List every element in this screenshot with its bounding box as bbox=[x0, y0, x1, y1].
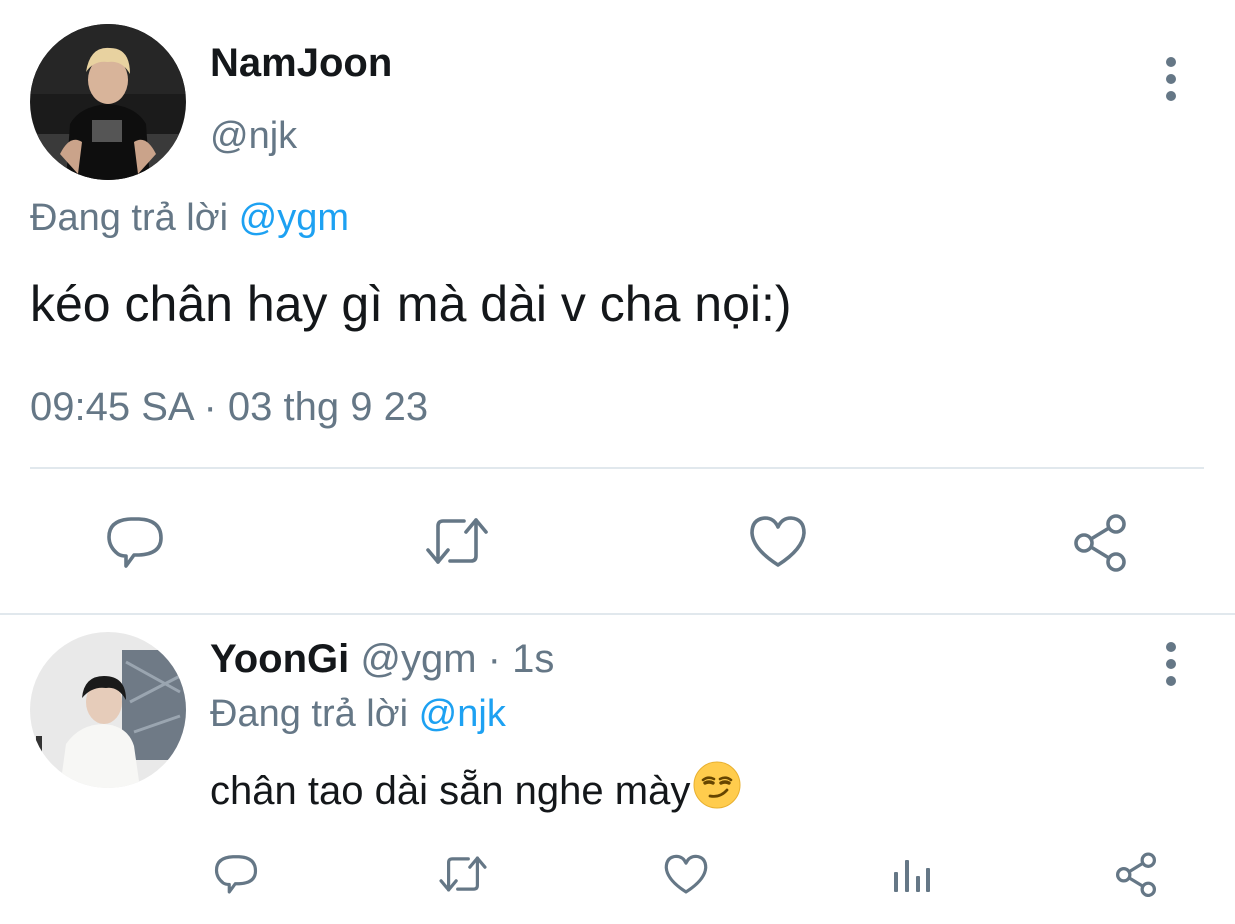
author-name[interactable]: NamJoon bbox=[210, 40, 392, 86]
reply-handle-time[interactable]: @ygm · 1s bbox=[360, 637, 554, 681]
reply-retweet-icon[interactable] bbox=[438, 855, 488, 893]
reply-icon[interactable] bbox=[106, 514, 164, 570]
analytics-icon[interactable] bbox=[892, 856, 932, 894]
avatar-yoongi[interactable] bbox=[30, 632, 186, 788]
avatar-namjoon[interactable] bbox=[30, 24, 186, 180]
reply-more-options-icon[interactable] bbox=[1165, 642, 1177, 686]
share-icon[interactable] bbox=[1070, 512, 1130, 572]
reply-replying-to-mention[interactable]: @njk bbox=[419, 693, 506, 735]
reply-like-icon[interactable] bbox=[664, 854, 708, 895]
tweet-text: kéo chân hay gì mà dài v cha nọi:) bbox=[30, 276, 792, 332]
tweet-timestamp[interactable]: 09:45 SA · 03 thg 9 23 bbox=[30, 384, 428, 430]
replying-to-label: Đang trả lời bbox=[30, 197, 239, 239]
replying-to-line: Đang trả lời @ygm bbox=[30, 196, 349, 240]
smirking-face-emoji bbox=[692, 760, 742, 822]
reply-share-icon[interactable] bbox=[1113, 851, 1159, 897]
like-icon[interactable] bbox=[749, 515, 807, 569]
reply-text: chân tao dài sẵn nghe mày bbox=[210, 769, 691, 813]
more-options-icon[interactable] bbox=[1165, 57, 1177, 101]
reply-text-line: chân tao dài sẵn nghe mày bbox=[210, 760, 742, 822]
reply-replying-to-line: Đang trả lời @njk bbox=[210, 692, 506, 736]
retweet-icon[interactable] bbox=[424, 516, 490, 566]
replying-to-mention[interactable]: @ygm bbox=[239, 197, 349, 239]
reply-header: YoonGi @ygm · 1s bbox=[210, 636, 554, 682]
divider bbox=[30, 467, 1204, 469]
author-handle[interactable]: @njk bbox=[210, 114, 297, 158]
reply-replying-to-label: Đang trả lời bbox=[210, 693, 419, 735]
reply-author-name[interactable]: YoonGi bbox=[210, 637, 349, 681]
reply-reply-icon[interactable] bbox=[214, 853, 258, 895]
section-divider bbox=[0, 613, 1235, 615]
